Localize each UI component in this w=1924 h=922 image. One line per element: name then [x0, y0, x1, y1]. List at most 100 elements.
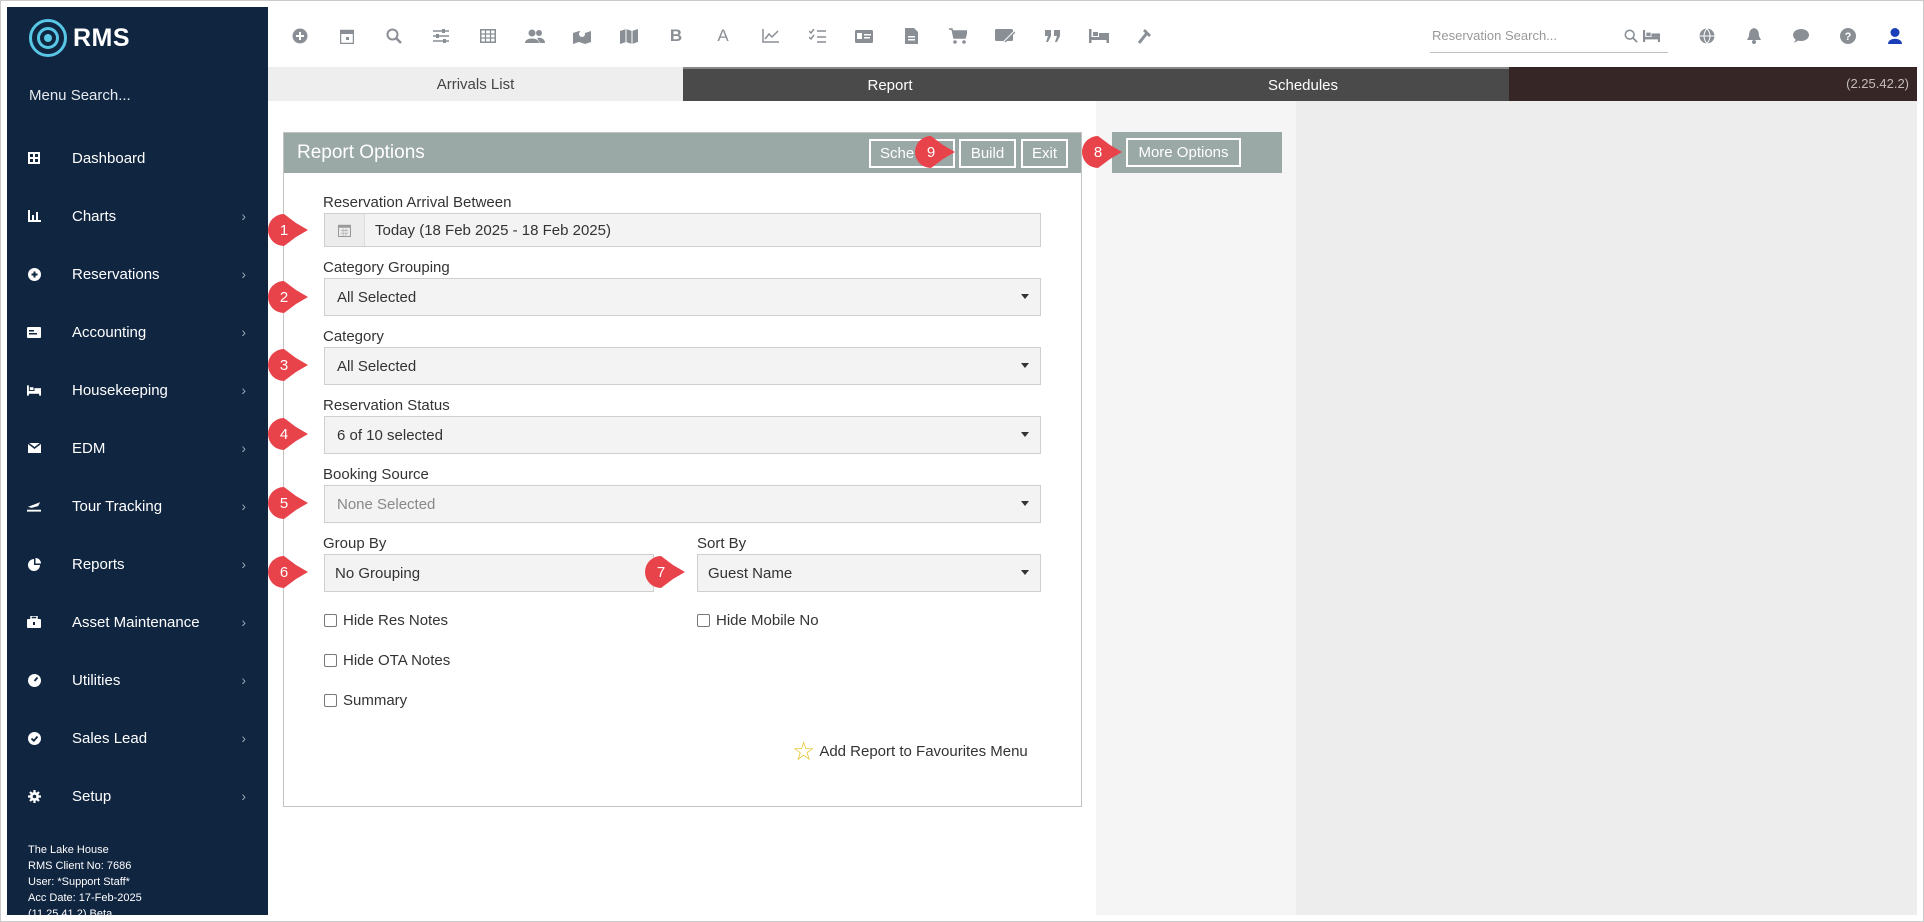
- exit-button[interactable]: Exit: [1021, 139, 1068, 168]
- arrival-label: Reservation Arrival Between: [323, 194, 512, 211]
- checkbox-box: [324, 614, 337, 627]
- booking-source-label: Booking Source: [323, 466, 429, 483]
- sidebar-item-label: Housekeeping: [72, 381, 168, 399]
- build-button[interactable]: Build: [959, 139, 1016, 168]
- chevron-right-icon: ›: [241, 266, 246, 282]
- add-to-favourites-link[interactable]: ☆ Add Report to Favourites Menu: [792, 738, 1028, 764]
- sidebar-item-setup[interactable]: Setup ›: [7, 767, 268, 825]
- reservation-status-select[interactable]: 6 of 10 selected: [324, 416, 1041, 454]
- hide-ota-notes-checkbox[interactable]: Hide OTA Notes: [324, 652, 450, 669]
- tab-schedules[interactable]: Schedules: [1097, 67, 1509, 101]
- map-icon[interactable]: [618, 25, 640, 47]
- grid-icon[interactable]: [477, 25, 499, 47]
- arrival-date-value: Today (18 Feb 2025 - 18 Feb 2025): [375, 221, 611, 239]
- booking-source-value: None Selected: [337, 495, 436, 513]
- quote-icon[interactable]: [1041, 25, 1063, 47]
- chart-icon: [27, 209, 41, 223]
- chevron-right-icon: ›: [241, 556, 246, 572]
- globe-icon[interactable]: [1696, 25, 1718, 47]
- user-icon[interactable]: [1884, 25, 1906, 47]
- group-by-label: Group By: [323, 535, 387, 552]
- bed-icon[interactable]: [1640, 25, 1662, 47]
- more-options-header: More Options: [1112, 132, 1282, 173]
- chevron-right-icon: ›: [241, 208, 246, 224]
- envelope-icon: [27, 441, 41, 455]
- annotation-marker: 5: [268, 487, 312, 519]
- checkbox-box: [324, 654, 337, 667]
- gavel-icon[interactable]: [1135, 25, 1157, 47]
- sidebar-item-label: EDM: [72, 439, 106, 457]
- chevron-right-icon: ›: [241, 730, 246, 746]
- cart-icon[interactable]: [947, 25, 969, 47]
- sidebar-item-tour-tracking[interactable]: Tour Tracking ›: [7, 477, 268, 535]
- sidebar-item-label: Tour Tracking: [72, 497, 163, 515]
- sidebar-item-asset-maintenance[interactable]: Asset Maintenance ›: [7, 593, 268, 651]
- sidebar-item-accounting[interactable]: Accounting ›: [7, 303, 268, 361]
- summary-checkbox[interactable]: Summary: [324, 692, 407, 709]
- map-pin-icon[interactable]: [571, 25, 593, 47]
- chevron-down-icon: [1021, 432, 1029, 437]
- search-icon[interactable]: [383, 25, 405, 47]
- chevron-right-icon: ›: [241, 324, 246, 340]
- gauge-icon: [27, 673, 41, 687]
- people-icon[interactable]: [524, 25, 546, 47]
- rms-logo[interactable]: RMS: [29, 17, 130, 59]
- font-icon[interactable]: A: [712, 25, 734, 47]
- more-options-button[interactable]: More Options: [1126, 138, 1241, 167]
- line-chart-icon[interactable]: [759, 25, 781, 47]
- top-toolbar: B A Reservation Search... ?: [268, 7, 1917, 67]
- logo-icon: [29, 19, 67, 57]
- group-by-select[interactable]: No Grouping: [324, 554, 654, 592]
- sidebar-item-sales-lead[interactable]: Sales Lead ›: [7, 709, 268, 767]
- preview-area: [1296, 101, 1917, 915]
- voucher-icon[interactable]: [994, 25, 1016, 47]
- sidebar-item-utilities[interactable]: Utilities ›: [7, 651, 268, 709]
- document-icon[interactable]: [900, 25, 922, 47]
- sidebar-item-label: Accounting: [72, 323, 147, 341]
- bold-icon[interactable]: B: [665, 25, 687, 47]
- id-card-icon[interactable]: [853, 25, 875, 47]
- add-icon[interactable]: [289, 25, 311, 47]
- menu-search-input[interactable]: Menu Search...: [29, 87, 131, 104]
- category-grouping-select[interactable]: All Selected: [324, 278, 1041, 316]
- logo-text: RMS: [73, 23, 131, 52]
- arrival-date-range-field[interactable]: Today (18 Feb 2025 - 18 Feb 2025): [324, 213, 1041, 247]
- annotation-marker: 1: [268, 214, 312, 246]
- sidebar-item-edm[interactable]: EDM ›: [7, 419, 268, 477]
- checklist-icon[interactable]: [806, 25, 828, 47]
- tab-report[interactable]: Report: [683, 67, 1097, 101]
- options-column: [1096, 101, 1296, 915]
- bed-icon[interactable]: [1088, 25, 1110, 47]
- tab-arrivals-list[interactable]: Arrivals List: [268, 67, 683, 101]
- category-value: All Selected: [337, 357, 417, 375]
- category-select[interactable]: All Selected: [324, 347, 1041, 385]
- bell-icon[interactable]: [1743, 25, 1765, 47]
- sidebar-item-reports[interactable]: Reports ›: [7, 535, 268, 593]
- checkbox-box: [697, 614, 710, 627]
- hide-mobile-no-checkbox[interactable]: Hide Mobile No: [697, 612, 819, 629]
- sidebar-item-reservations[interactable]: Reservations ›: [7, 245, 268, 303]
- card-icon: [27, 325, 41, 339]
- property-name: The Lake House: [28, 844, 109, 856]
- sidebar-item-label: Reports: [72, 555, 125, 573]
- search-icon[interactable]: [1620, 25, 1642, 47]
- calendar-icon[interactable]: [336, 25, 358, 47]
- chat-icon[interactable]: [1790, 25, 1812, 47]
- chevron-right-icon: ›: [241, 672, 246, 688]
- client-number: RMS Client No: 7686: [28, 860, 132, 872]
- sort-by-select[interactable]: Guest Name: [697, 554, 1041, 592]
- booking-source-select[interactable]: None Selected: [324, 485, 1041, 523]
- sidebar-item-housekeeping[interactable]: Housekeeping ›: [7, 361, 268, 419]
- sidebar-item-charts[interactable]: Charts ›: [7, 187, 268, 245]
- sidebar-item-label: Asset Maintenance: [72, 613, 200, 631]
- hide-res-notes-checkbox[interactable]: Hide Res Notes: [324, 612, 448, 629]
- checkbox-label: Hide Res Notes: [343, 612, 449, 629]
- sidebar-item-dashboard[interactable]: Dashboard: [7, 129, 268, 187]
- annotation-marker: 7: [645, 556, 689, 588]
- check-circle-icon: [27, 731, 41, 745]
- group-by-value: No Grouping: [335, 564, 421, 582]
- acc-date: Acc Date: 17-Feb-2025: [28, 892, 142, 904]
- sliders-icon[interactable]: [430, 25, 452, 47]
- help-icon[interactable]: ?: [1837, 25, 1859, 47]
- chevron-down-icon: [1021, 294, 1029, 299]
